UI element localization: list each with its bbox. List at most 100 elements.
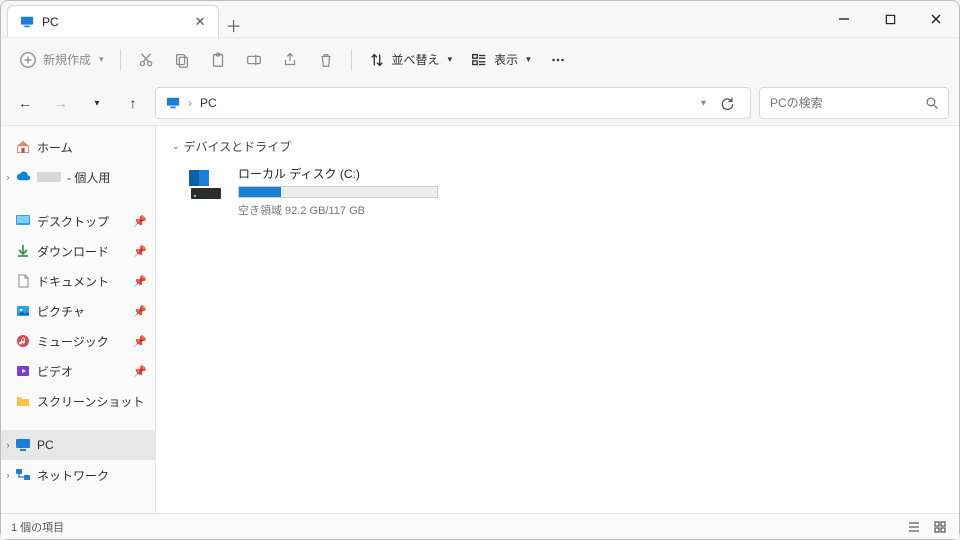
paste-button[interactable] — [201, 45, 235, 75]
copy-icon — [173, 51, 191, 69]
pin-icon: 📌 — [133, 305, 147, 318]
chevron-right-icon[interactable]: › — [3, 172, 13, 182]
sidebar-item-label: ドキュメント — [37, 273, 109, 290]
document-icon — [15, 273, 31, 289]
drive-meta: ローカル ディスク (C:) 空き領域 92.2 GB/117 GB — [238, 165, 438, 218]
tab-pc[interactable]: PC ✕ — [7, 5, 219, 37]
close-tab-icon[interactable]: ✕ — [195, 14, 206, 30]
details-view-button[interactable] — [905, 518, 923, 536]
scissors-icon — [137, 51, 155, 69]
sidebar-item-label: ミュージック — [37, 333, 109, 350]
sidebar-item-network[interactable]: › ネットワーク — [1, 460, 155, 490]
sort-icon — [368, 51, 386, 69]
sidebar-item-label: - 個人用 — [67, 169, 110, 186]
drive-item-c[interactable]: ローカル ディスク (C:) 空き領域 92.2 GB/117 GB — [168, 163, 947, 218]
search-input[interactable] — [770, 96, 925, 110]
toolbar-divider — [120, 49, 121, 71]
pin-icon: 📌 — [133, 245, 147, 258]
sidebar-item-label: ホーム — [37, 139, 73, 156]
redacted-name — [37, 172, 61, 182]
desktop-icon — [15, 213, 31, 229]
tab-strip: PC ✕ ＋ — [1, 1, 249, 37]
sidebar-item-screenshots[interactable]: スクリーンショット — [1, 386, 155, 416]
sidebar-item-desktop[interactable]: デスクトップ 📌 — [1, 206, 155, 236]
sidebar-item-label: ビデオ — [37, 363, 73, 380]
new-tab-button[interactable]: ＋ — [219, 13, 249, 37]
delete-button[interactable] — [309, 45, 343, 75]
new-button-label: 新規作成 — [43, 51, 91, 68]
download-icon — [15, 243, 31, 259]
drive-usage-bar — [238, 186, 438, 198]
recent-locations-button[interactable]: ▾ — [83, 89, 111, 117]
address-row: ← → ▾ ↑ › PC ▾ — [1, 81, 959, 125]
search-box[interactable] — [759, 87, 949, 119]
large-icons-button[interactable] — [931, 518, 949, 536]
sidebar-item-label: ネットワーク — [37, 467, 109, 484]
trash-icon — [317, 51, 335, 69]
cut-button[interactable] — [129, 45, 163, 75]
chevron-down-icon: ▾ — [448, 54, 453, 65]
pin-icon: 📌 — [133, 215, 147, 228]
pin-icon: 📌 — [133, 365, 147, 378]
sidebar-item-label: ピクチャ — [37, 303, 85, 320]
plus-circle-icon — [19, 51, 37, 69]
status-bar: 1 個の項目 — [1, 513, 959, 539]
group-header-devices[interactable]: ⌄ デバイスとドライブ — [168, 134, 947, 163]
view-icon — [470, 51, 488, 69]
minimize-button[interactable] — [821, 1, 867, 37]
title-bar: PC ✕ ＋ — [1, 1, 959, 37]
video-icon — [15, 363, 31, 379]
back-button[interactable]: ← — [11, 89, 39, 117]
view-button[interactable]: 表示 ▾ — [462, 45, 539, 75]
group-header-label: デバイスとドライブ — [184, 138, 292, 155]
sidebar-item-music[interactable]: ミュージック 📌 — [1, 326, 155, 356]
up-button[interactable]: ↑ — [119, 89, 147, 117]
chevron-down-icon: ⌄ — [172, 141, 180, 152]
maximize-button[interactable] — [867, 1, 913, 37]
tab-label: PC — [42, 15, 59, 29]
rename-button[interactable] — [237, 45, 271, 75]
share-button[interactable] — [273, 45, 307, 75]
network-icon — [15, 467, 31, 483]
chevron-right-icon[interactable]: › — [3, 470, 13, 480]
drive-icon — [186, 165, 226, 205]
sidebar-item-label: デスクトップ — [37, 213, 109, 230]
sidebar-item-pc[interactable]: › PC — [1, 430, 155, 460]
search-icon — [925, 96, 939, 110]
home-icon — [15, 139, 31, 155]
sidebar-item-documents[interactable]: ドキュメント 📌 — [1, 266, 155, 296]
sidebar-item-videos[interactable]: ビデオ 📌 — [1, 356, 155, 386]
drive-name: ローカル ディスク (C:) — [238, 165, 438, 182]
sidebar-item-downloads[interactable]: ダウンロード 📌 — [1, 236, 155, 266]
folder-icon — [15, 393, 31, 409]
close-window-button[interactable] — [913, 1, 959, 37]
body: ホーム › - 個人用 デスクトップ 📌 ダウンロード 📌 ドキュ — [1, 125, 959, 513]
copy-button[interactable] — [165, 45, 199, 75]
sidebar-item-label: PC — [37, 438, 54, 452]
sidebar-item-home[interactable]: ホーム — [1, 132, 155, 162]
forward-button[interactable]: → — [47, 89, 75, 117]
address-bar[interactable]: › PC ▾ — [155, 87, 751, 119]
rename-icon — [245, 51, 263, 69]
sort-button[interactable]: 並べ替え ▾ — [360, 45, 461, 75]
sidebar-item-pictures[interactable]: ピクチャ 📌 — [1, 296, 155, 326]
cloud-icon — [15, 169, 31, 185]
chevron-down-icon[interactable]: ▾ — [701, 98, 706, 109]
monitor-icon — [166, 96, 180, 110]
view-button-label: 表示 — [494, 51, 518, 68]
refresh-button[interactable] — [714, 90, 740, 116]
chevron-down-icon: ▾ — [526, 54, 531, 65]
sidebar-item-onedrive-personal[interactable]: › - 個人用 — [1, 162, 155, 192]
breadcrumb-item[interactable]: PC — [200, 96, 217, 110]
status-item-count: 1 個の項目 — [11, 519, 64, 535]
command-toolbar: 新規作成 ▾ 並べ替え ▾ 表示 ▾ — [1, 37, 959, 81]
monitor-icon — [20, 15, 34, 29]
share-icon — [281, 51, 299, 69]
content-pane: ⌄ デバイスとドライブ ローカル ディスク (C:) — [156, 126, 959, 513]
more-button[interactable] — [541, 45, 575, 75]
window-controls — [821, 1, 959, 37]
new-button[interactable]: 新規作成 ▾ — [11, 45, 112, 75]
pictures-icon — [15, 303, 31, 319]
drive-usage-fill — [239, 187, 281, 197]
chevron-right-icon[interactable]: › — [3, 440, 13, 450]
